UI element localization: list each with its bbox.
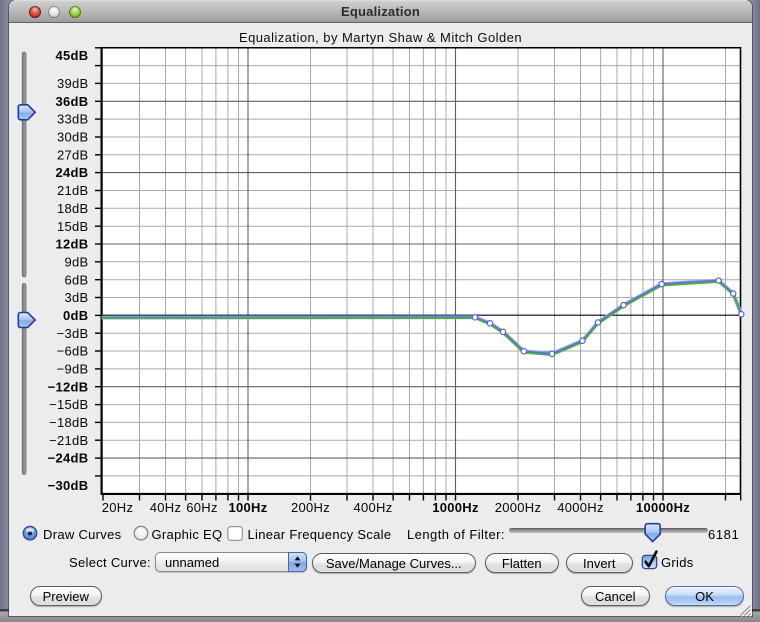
svg-text:24dB: 24dB (56, 165, 89, 180)
svg-text:4000Hz: 4000Hz (557, 500, 604, 515)
svg-text:200Hz: 200Hz (291, 500, 330, 515)
svg-text:−30dB: −30dB (48, 478, 89, 493)
svg-text:33dB: 33dB (57, 112, 89, 127)
svg-text:60Hz: 60Hz (186, 500, 218, 515)
svg-text:−12dB: −12dB (48, 379, 89, 394)
svg-text:9dB: 9dB (64, 254, 88, 269)
svg-text:15dB: 15dB (57, 219, 89, 234)
svg-text:20Hz: 20Hz (102, 500, 134, 515)
svg-text:10000Hz: 10000Hz (636, 500, 690, 515)
svg-text:−9dB: −9dB (57, 362, 89, 377)
svg-text:−15dB: −15dB (49, 397, 88, 412)
svg-text:−24dB: −24dB (48, 451, 89, 466)
svg-text:30dB: 30dB (57, 130, 89, 145)
svg-text:36dB: 36dB (56, 94, 89, 109)
svg-text:12dB: 12dB (56, 237, 89, 252)
svg-text:45dB: 45dB (56, 48, 89, 63)
svg-text:6dB: 6dB (64, 272, 88, 287)
svg-text:39dB: 39dB (57, 76, 89, 91)
svg-text:1000Hz: 1000Hz (432, 500, 479, 515)
svg-text:18dB: 18dB (57, 201, 89, 216)
svg-text:−21dB: −21dB (49, 433, 88, 448)
svg-text:−6dB: −6dB (57, 344, 89, 359)
svg-text:21dB: 21dB (57, 183, 89, 198)
svg-text:27dB: 27dB (57, 147, 89, 162)
svg-text:−18dB: −18dB (49, 415, 88, 430)
svg-text:−3dB: −3dB (57, 326, 89, 341)
svg-text:100Hz: 100Hz (228, 500, 267, 515)
svg-text:400Hz: 400Hz (353, 500, 392, 515)
svg-text:2000Hz: 2000Hz (495, 500, 542, 515)
svg-text:0dB: 0dB (63, 308, 88, 323)
svg-text:40Hz: 40Hz (150, 500, 182, 515)
svg-text:3dB: 3dB (64, 290, 88, 305)
